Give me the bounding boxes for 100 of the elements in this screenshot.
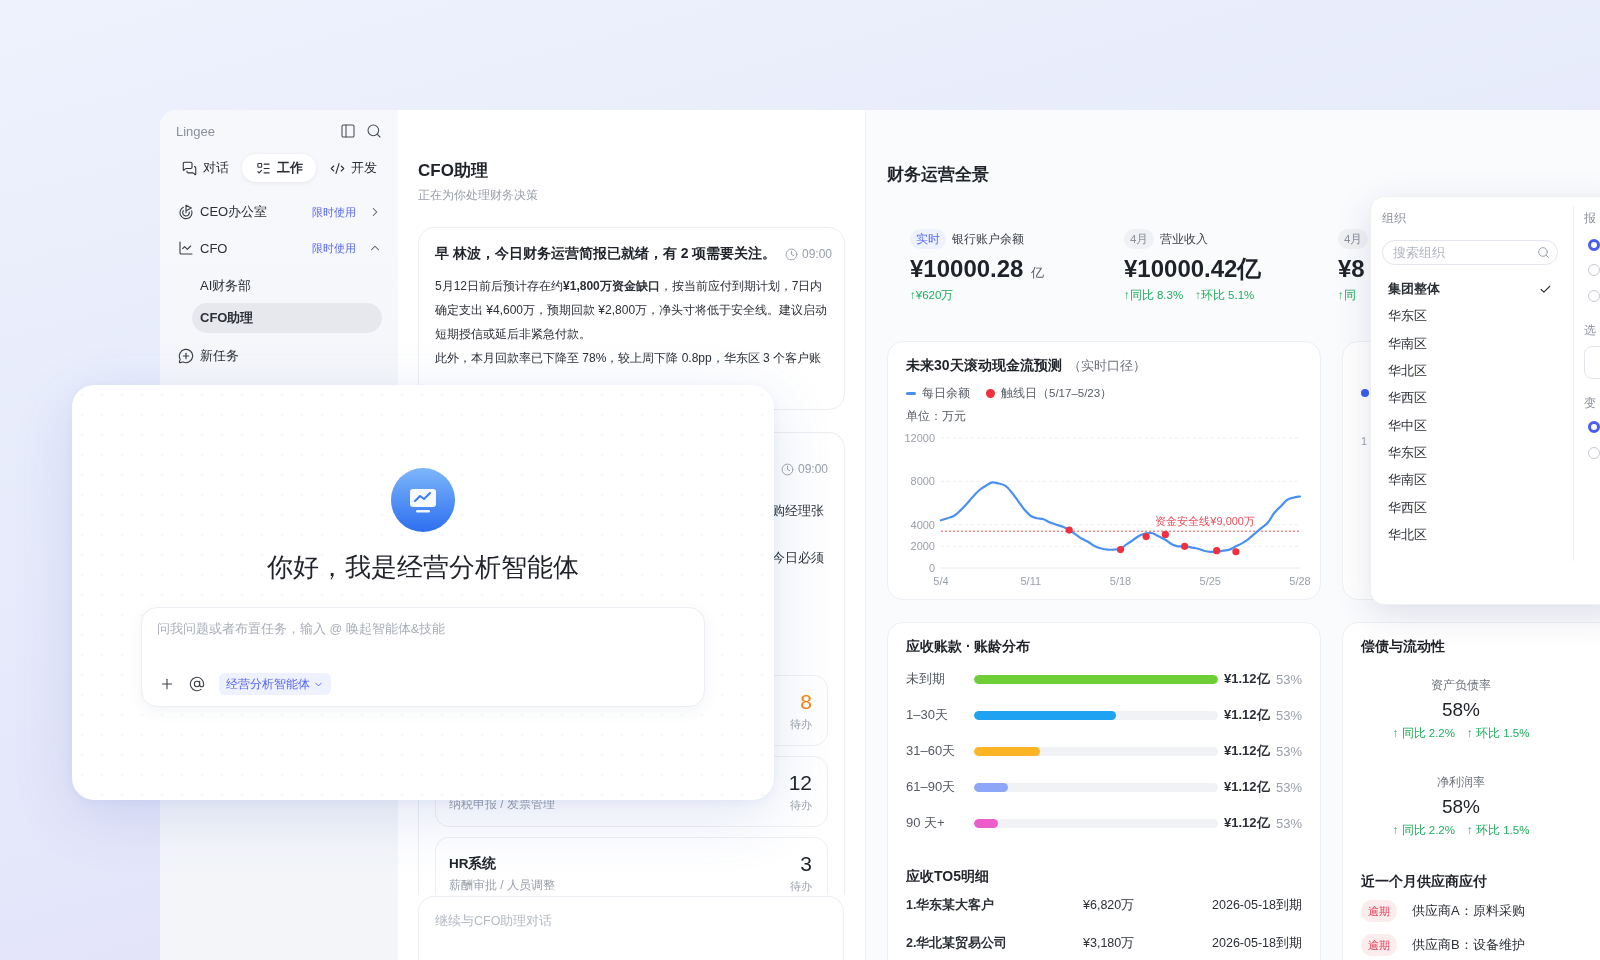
chart-note: （实时口径） <box>1067 357 1146 375</box>
kpi-change: ↑¥620万 <box>910 287 954 303</box>
overdue-tag: 逾期 <box>1361 934 1397 956</box>
menu-option[interactable]: 华西区 <box>1382 385 1558 413</box>
menu-option[interactable]: 华东区 <box>1382 303 1558 331</box>
receivable-amount: ¥6,820万 <box>1083 896 1136 914</box>
nav-subitem[interactable]: AI财务部 <box>192 271 382 301</box>
chat-input-field[interactable]: 继续与CFO助理对话 <box>418 896 844 960</box>
plus-icon[interactable] <box>159 676 175 692</box>
checklist-icon <box>255 160 271 176</box>
task-title: HR系统 <box>449 855 498 873</box>
agent-selector[interactable]: 经营分析智能体 <box>219 673 331 695</box>
clock-icon <box>784 247 798 261</box>
section-title: 近一个月供应商应付 <box>1361 872 1488 891</box>
prompt-field[interactable]: 问我问题或者布置任务，输入 @ 唤起智能体&技能 <box>157 620 689 672</box>
legend-dot-icon <box>1361 389 1369 397</box>
menu-option[interactable]: 集团整体 <box>1382 276 1558 304</box>
sidebar-toggle-icon[interactable] <box>340 123 356 139</box>
chart-title: 未来30天滚动现金流预测 <box>906 356 1062 375</box>
axis-label: 1 <box>1361 434 1368 448</box>
mode-tab[interactable]: 开发 <box>316 154 390 182</box>
task-count: 8 <box>800 689 812 715</box>
overdue-tag: 逾期 <box>1361 900 1397 922</box>
axis-label: 5/11 <box>1020 575 1042 587</box>
bucket-amount: ¥1.12亿 <box>1224 670 1271 688</box>
at-sign-icon[interactable] <box>189 676 205 692</box>
metric-label: 资产负债率 <box>1430 678 1492 693</box>
time-label: 09:00 <box>801 247 832 261</box>
metric-change: ↑ 环比 1.5% <box>1467 823 1530 838</box>
due-date: 2026-05-18到期 <box>1212 896 1302 914</box>
search-icon[interactable] <box>366 123 382 139</box>
axis-label: 0 <box>928 562 935 574</box>
bucket-share: 53% <box>1275 779 1302 795</box>
nav-subitem[interactable]: CFO助理 <box>192 303 382 333</box>
kpi-label: 银行账户余额 <box>952 230 1024 248</box>
menu-option[interactable]: 华南区 <box>1382 330 1558 358</box>
mode-tab[interactable]: 工作 <box>242 154 316 182</box>
menu-label: 变 <box>1584 394 1597 412</box>
bucket-label: 61–90天 <box>906 778 957 796</box>
menu-option[interactable]: 华北区 <box>1382 521 1558 549</box>
unit-label: 单位：万元 <box>906 409 967 424</box>
bucket-share: 53% <box>1275 707 1302 723</box>
metric-value: 58% <box>1441 795 1481 819</box>
kpi-value: ¥10000.28 <box>910 254 1024 284</box>
chat-bubbles-icon <box>181 160 197 176</box>
metric-change: ↑ 环比 1.5% <box>1467 726 1530 741</box>
axis-label: 5/25 <box>1199 575 1221 587</box>
legend-label: 触线日（5/17–5/23） <box>1001 385 1113 401</box>
kpi-change: ↑同 <box>1338 287 1356 303</box>
metric-label: 净利润率 <box>1436 775 1486 790</box>
axis-label: 5/28 <box>1289 575 1311 587</box>
bucket-share: 53% <box>1275 815 1302 831</box>
dashboard-title: 财务运营全景 <box>887 164 990 186</box>
kpi-change: ↑同比 8.3% <box>1124 287 1184 303</box>
axis-label: 2000 <box>910 540 935 553</box>
menu-option[interactable]: 华南区 <box>1382 467 1558 495</box>
radio-button[interactable] <box>1588 238 1600 251</box>
menu-option[interactable]: 华西区 <box>1382 494 1558 522</box>
prompt-input-box[interactable]: 问我问题或者布置任务，输入 @ 唤起智能体&技能 经营分析智能体 <box>141 607 705 707</box>
bucket-share: 53% <box>1275 671 1302 687</box>
line-chart-icon <box>178 240 194 256</box>
count-label: 待办 <box>790 798 812 813</box>
kpi-change: ↑环比 5.1% <box>1195 287 1255 303</box>
task-subtitle: 薪酬审批 / 人员调整 <box>449 877 555 894</box>
count-label: 待办 <box>790 717 812 732</box>
metric-change: ↑ 同比 2.2% <box>1392 726 1455 741</box>
bucket-label: 1–30天 <box>906 706 949 724</box>
payable-text: 供应商A：原料采购 <box>1412 902 1525 920</box>
menu-option[interactable]: 华东区 <box>1382 439 1558 468</box>
axis-label: 8000 <box>910 475 935 488</box>
period-tag: 实时 <box>910 229 946 249</box>
panel-title: CFO助理 <box>418 160 489 182</box>
menu-option[interactable]: 华中区 <box>1382 412 1558 440</box>
axis-label: 5/18 <box>1109 575 1132 587</box>
customer-name: 1.华东某大客户 <box>906 896 996 914</box>
trial-label: 限时使用 <box>312 204 356 220</box>
target-icon <box>178 204 194 220</box>
brand-name: Lingee <box>176 123 217 139</box>
menu-option[interactable]: 华北区 <box>1382 357 1558 386</box>
mode-tab[interactable]: 对话 <box>168 154 242 182</box>
kpi-label: 营业收入 <box>1160 230 1209 248</box>
radio-button[interactable] <box>1588 421 1600 434</box>
metric-change: ↑ 同比 2.2% <box>1392 823 1455 838</box>
bucket-label: 90 天+ <box>906 814 946 832</box>
menu-label: 组织 <box>1382 210 1407 227</box>
due-date: 2026-05-18到期 <box>1212 934 1302 952</box>
nav-item[interactable]: CFO 限时使用 <box>176 231 382 265</box>
bucket-share: 53% <box>1275 743 1302 759</box>
nav-item[interactable]: CEO办公室 限时使用 <box>176 195 382 229</box>
nav-item[interactable]: 新任务 <box>176 339 382 373</box>
time-label: 09:00 <box>797 462 828 476</box>
bucket-amount: ¥1.12亿 <box>1224 778 1271 796</box>
task-card[interactable]: HR系统 薪酬审批 / 人员调整 3 待办 <box>435 837 828 895</box>
period-tag: 4月 <box>1124 229 1155 249</box>
card-title: 应收账款 · 账龄分布 <box>906 637 1032 656</box>
section-title: 应收TO5明细 <box>906 867 990 886</box>
receivable-amount: ¥3,180万 <box>1083 934 1136 952</box>
search-field[interactable]: 搜索组织 <box>1382 240 1558 265</box>
chart-monitor-icon <box>391 468 455 532</box>
kpi-unit: 亿 <box>1031 264 1045 282</box>
